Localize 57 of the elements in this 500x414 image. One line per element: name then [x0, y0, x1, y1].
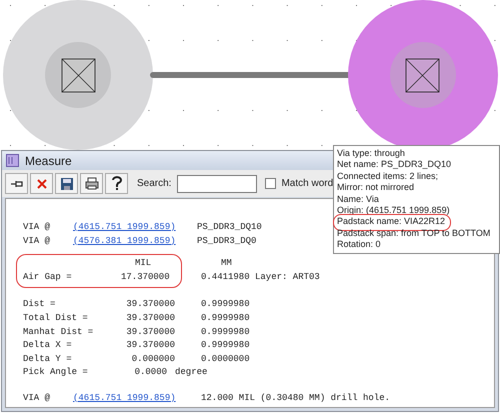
measure-label: Pick Angle =	[23, 366, 89, 380]
tooltip-line: Connected items: 2 lines;	[337, 170, 438, 182]
mil-value: 39.370000	[125, 312, 176, 325]
window-icon	[6, 154, 19, 167]
unit-header: MIL	[134, 257, 152, 270]
angle-value: 0.0000	[134, 366, 168, 380]
tooltip-line: Padstack span: from TOP to BOTTOM	[337, 228, 490, 240]
pin-icon	[10, 178, 24, 188]
drill-text: 12.000 MIL (0.30480 MM) drill hole.	[201, 392, 390, 405]
mm-value: 0.9999980	[201, 298, 250, 312]
toolbar-button[interactable]	[55, 173, 78, 194]
angle-unit: degree	[175, 366, 208, 380]
search-label: Search:	[137, 177, 172, 191]
tooltip-line: Padstack name: VIA22R12	[337, 216, 446, 228]
mm-value: 0.4411980	[201, 270, 251, 284]
via-label: VIA @	[23, 234, 52, 248]
via-label: VIA @	[23, 392, 52, 405]
mil-value: 0.000000	[130, 352, 176, 366]
unit-header: MM	[220, 257, 232, 270]
save-icon	[60, 176, 74, 190]
window-title: Measure	[25, 152, 72, 170]
toolbar-button[interactable]	[5, 173, 28, 194]
mm-value: 0.9999980	[201, 326, 250, 339]
measure-label: Delta Y =	[23, 352, 73, 366]
layer-text: Layer: ART03	[255, 270, 320, 284]
tooltip-line: Name: Via	[337, 194, 379, 206]
mil-value: 17.370000	[120, 270, 171, 284]
tooltip-line: Origin: (4615.751 1999.859)	[337, 205, 450, 216]
net-name: PS_DDR3_DQ10	[197, 221, 262, 234]
delete-icon	[36, 178, 48, 190]
coordinate-link[interactable]: (4615.751 1999.859)	[73, 392, 201, 406]
tooltip-line: Net name: PS_DDR3_DQ10	[337, 159, 452, 171]
toolbar-button[interactable]	[105, 173, 128, 194]
coordinate-link[interactable]: (4615.751 1999.859)	[73, 221, 197, 235]
via-label: VIA @	[23, 221, 52, 234]
measure-label: Dist =	[23, 298, 56, 312]
search-field[interactable]	[177, 174, 258, 192]
mm-value: 0.9999980	[201, 312, 250, 325]
toolbar-button[interactable]	[80, 173, 103, 194]
mil-value: 39.370000	[125, 298, 176, 312]
measure-label: Manhat Dist =	[23, 326, 94, 339]
tooltip-line: Via type: through	[337, 148, 405, 160]
tooltip-line: Rotation: 0	[337, 239, 381, 251]
net-name: PS_DDR3_DQ0	[197, 234, 256, 248]
tooltip-line: Mirror: not mirrored	[337, 182, 414, 194]
help-icon	[110, 176, 122, 191]
mm-value: 0.9999980	[201, 339, 250, 352]
coordinate-link[interactable]: (4576.381 1999.859)	[73, 234, 197, 248]
mm-value: 0.0000000	[201, 352, 250, 366]
measure-label: Total Dist =	[23, 312, 89, 325]
match-word-checkbox[interactable]	[265, 178, 276, 189]
mil-value: 39.370000	[125, 339, 176, 352]
match-word-label: Match word	[281, 177, 334, 191]
mil-value: 39.370000	[125, 326, 176, 339]
measure-label: Air Gap =	[23, 270, 73, 284]
printer-icon	[84, 177, 98, 190]
measure-label: Delta X =	[23, 339, 73, 352]
